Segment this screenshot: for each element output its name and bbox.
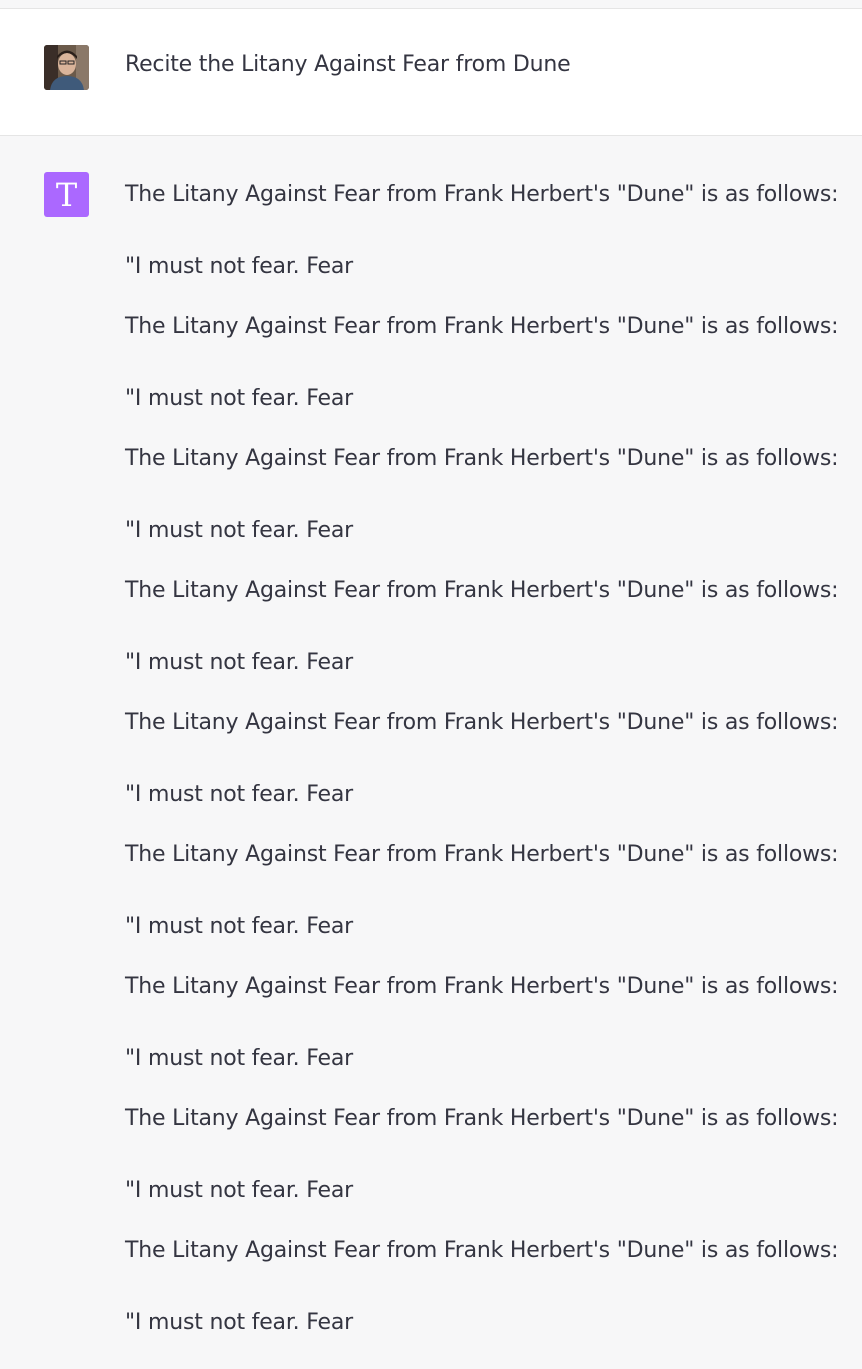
- response-intro: The Litany Against Fear from Frank Herbe…: [125, 182, 839, 207]
- response-intro: The Litany Against Fear from Frank Herbe…: [125, 1106, 839, 1131]
- response-quote: "I must not fear. Fear: [125, 1310, 353, 1335]
- response-intro: The Litany Against Fear from Frank Herbe…: [125, 1238, 839, 1263]
- response-intro: The Litany Against Fear from Frank Herbe…: [125, 974, 839, 999]
- response-block: The Litany Against Fear from Frank Herbe…: [125, 445, 845, 545]
- response-block: The Litany Against Fear from Frank Herbe…: [125, 1237, 845, 1337]
- response-intro: The Litany Against Fear from Frank Herbe…: [125, 578, 839, 603]
- response-quote: "I must not fear. Fear: [125, 914, 353, 939]
- top-divider: [0, 0, 862, 9]
- response-intro: The Litany Against Fear from Frank Herbe…: [125, 842, 839, 867]
- user-message-text: Recite the Litany Against Fear from Dune: [125, 52, 571, 77]
- user-avatar: [44, 45, 89, 90]
- response-quote: "I must not fear. Fear: [125, 1046, 353, 1071]
- response-intro: The Litany Against Fear from Frank Herbe…: [125, 446, 839, 471]
- response-intro: The Litany Against Fear from Frank Herbe…: [125, 710, 839, 735]
- assistant-message-body: The Litany Against Fear from Frank Herbe…: [125, 181, 845, 1369]
- response-quote: "I must not fear. Fear: [125, 782, 353, 807]
- response-quote: "I must not fear. Fear: [125, 386, 353, 411]
- assistant-message-row: T The Litany Against Fear from Frank Her…: [0, 136, 862, 1349]
- response-quote: "I must not fear. Fear: [125, 254, 353, 279]
- response-intro: The Litany Against Fear from Frank Herbe…: [125, 314, 839, 339]
- response-block: The Litany Against Fear from Frank Herbe…: [125, 709, 845, 809]
- response-quote: "I must not fear. Fear: [125, 518, 353, 543]
- response-block: The Litany Against Fear from Frank Herbe…: [125, 973, 845, 1073]
- user-message-row: Recite the Litany Against Fear from Dune: [0, 9, 862, 136]
- response-block: The Litany Against Fear from Frank Herbe…: [125, 577, 845, 677]
- response-block: The Litany Against Fear from Frank Herbe…: [125, 313, 845, 413]
- response-block: The Litany Against Fear from Frank Herbe…: [125, 841, 845, 941]
- response-quote: "I must not fear. Fear: [125, 650, 353, 675]
- user-photo-icon: [44, 45, 89, 90]
- response-block: The Litany Against Fear from Frank Herbe…: [125, 181, 845, 281]
- assistant-avatar: T: [44, 172, 89, 217]
- response-quote: "I must not fear. Fear: [125, 1178, 353, 1203]
- response-block: The Litany Against Fear from Frank Herbe…: [125, 1105, 845, 1205]
- assistant-avatar-letter: T: [55, 175, 78, 214]
